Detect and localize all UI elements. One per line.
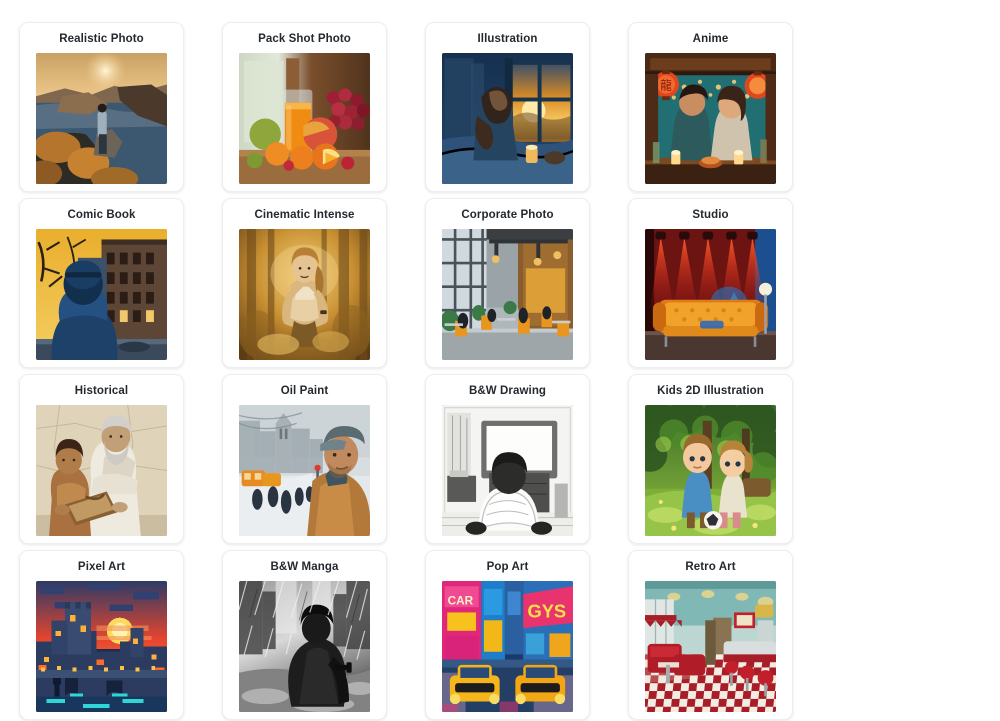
- two-children-with-ball-in-garden-thumbnail[interactable]: [645, 405, 776, 536]
- sunset-coastline-cliff-person-photo-thumbnail[interactable]: [36, 53, 167, 184]
- style-card-title: Historical: [74, 385, 129, 397]
- woman-running-in-golden-forest-cinematic-thumbnail[interactable]: [239, 229, 370, 360]
- style-card[interactable]: Kids 2D Illustration: [628, 374, 793, 544]
- svg-text:龍: 龍: [660, 79, 672, 93]
- person-watching-tv-pencil-drawing-thumbnail[interactable]: [442, 405, 573, 536]
- style-card[interactable]: Pop Art GYS CAR: [425, 550, 590, 720]
- style-card-title: Studio: [692, 209, 729, 221]
- style-card[interactable]: B&W Drawing: [425, 374, 590, 544]
- style-card-title: Corporate Photo: [461, 209, 554, 221]
- style-card[interactable]: Studio: [628, 198, 793, 368]
- style-card-title: Pack Shot Photo: [258, 33, 351, 45]
- couple-at-lantern-lit-noodle-bar-anime-thumbnail[interactable]: 龍: [645, 53, 776, 184]
- svg-text:GYS: GYS: [527, 601, 566, 622]
- modern-open-office-cafe-interior-thumbnail[interactable]: [442, 229, 573, 360]
- style-card[interactable]: Corporate Photo: [425, 198, 590, 368]
- gallery-row: Historical Oil Paint B&W Drawing Kids 2D…: [0, 374, 1000, 550]
- style-card[interactable]: B&W Manga: [222, 550, 387, 720]
- style-card-title: Cinematic Intense: [254, 209, 355, 221]
- style-card[interactable]: Historical: [19, 374, 184, 544]
- style-card-title: Kids 2D Illustration: [657, 385, 764, 397]
- castle-ruins-sunset-bridge-pixel-art-thumbnail[interactable]: [36, 581, 167, 712]
- style-card-title: Oil Paint: [280, 385, 329, 397]
- style-card[interactable]: Pixel Art: [19, 550, 184, 720]
- style-card[interactable]: Retro Art: [628, 550, 793, 720]
- gallery-row: Comic Book Cinematic Intense Corporate P…: [0, 198, 1000, 374]
- style-card-title: Illustration: [477, 33, 538, 45]
- style-card-title: B&W Manga: [270, 561, 339, 573]
- style-card-title: Pop Art: [486, 561, 529, 573]
- american-diner-checker-floor-retro-thumbnail[interactable]: [645, 581, 776, 712]
- yellow-taxis-times-square-pop-art-thumbnail[interactable]: GYS CAR: [442, 581, 573, 712]
- woman-on-bed-at-window-sunrise-blue-illustration-thumbnail[interactable]: [442, 53, 573, 184]
- style-card[interactable]: Pack Shot Photo: [222, 22, 387, 192]
- coated-figure-in-rain-manga-thumbnail[interactable]: [239, 581, 370, 712]
- style-card[interactable]: Realistic Photo: [19, 22, 184, 192]
- style-card-title: B&W Drawing: [468, 385, 547, 397]
- style-card-title: Comic Book: [67, 209, 136, 221]
- style-card-title: Realistic Photo: [59, 33, 144, 45]
- style-card[interactable]: Cinematic Intense: [222, 198, 387, 368]
- svg-text:CAR: CAR: [448, 595, 474, 608]
- style-card-title: Retro Art: [685, 561, 736, 573]
- orange-sofa-red-stage-lights-studio-thumbnail[interactable]: [645, 229, 776, 360]
- gallery-row: Realistic Photo Pack Shot Photo Illustra…: [0, 22, 1000, 198]
- style-card[interactable]: Comic Book: [19, 198, 184, 368]
- gallery-row: Pixel Art B&W Manga Pop Art GYS CAR Retr…: [0, 550, 1000, 721]
- orange-juice-glass-with-fruit-still-life-thumbnail[interactable]: [239, 53, 370, 184]
- style-gallery-grid: Realistic Photo Pack Shot Photo Illustra…: [0, 0, 1000, 721]
- style-card-title: Pixel Art: [77, 561, 126, 573]
- hooded-figure-on-city-street-comic-thumbnail[interactable]: [36, 229, 167, 360]
- style-card[interactable]: Anime 龍: [628, 22, 793, 192]
- style-card[interactable]: Oil Paint: [222, 374, 387, 544]
- style-card[interactable]: Illustration: [425, 22, 590, 192]
- style-card-title: Anime: [692, 33, 729, 45]
- man-in-flat-cap-snowy-street-oil-painting-thumbnail[interactable]: [239, 405, 370, 536]
- greek-philosopher-and-boy-fresco-thumbnail[interactable]: [36, 405, 167, 536]
